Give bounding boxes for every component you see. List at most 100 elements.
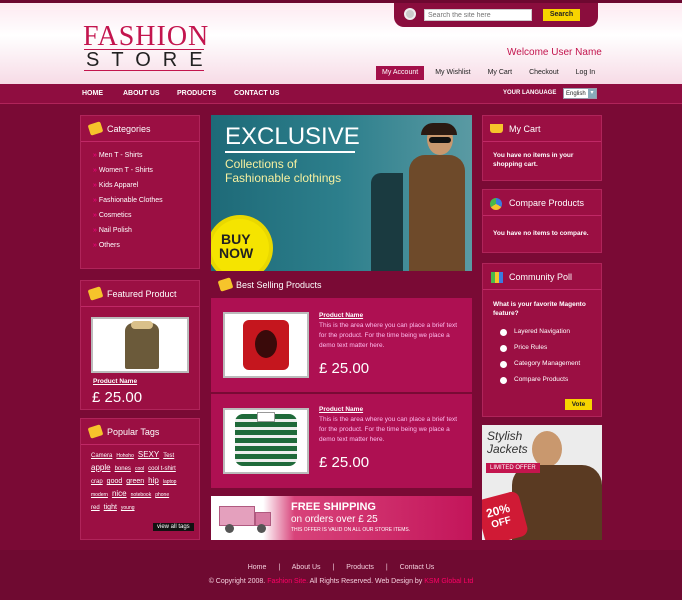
- tag-cloud: Camera Hohoho SEXY Test apple bones cool cool …: [81, 445, 199, 514]
- my-account-link[interactable]: My Account: [376, 66, 425, 80]
- product-price: £ 25.00: [319, 360, 370, 377]
- tag-link[interactable]: cool: [135, 466, 144, 472]
- shirt-collar-shape: [257, 412, 275, 422]
- featured-product-name[interactable]: Product Name: [93, 378, 137, 385]
- tag-link[interactable]: SEXY: [138, 450, 159, 459]
- product-name-link[interactable]: Product Name: [319, 406, 363, 413]
- search-button[interactable]: Search: [543, 9, 580, 21]
- tag-link[interactable]: hip: [148, 476, 159, 485]
- tag-link[interactable]: Test: [163, 453, 174, 459]
- tag-link[interactable]: crap: [91, 479, 103, 485]
- footer-contact-link[interactable]: Contact Us: [400, 564, 435, 571]
- banner-subtitle-2: Fashionable clothings: [225, 171, 342, 185]
- tag-link[interactable]: tight: [104, 504, 117, 511]
- category-item[interactable]: Cosmetics: [93, 208, 199, 223]
- product-description: This is the area where you can place a b…: [319, 416, 458, 443]
- product-card: Product Name This is the area where you …: [211, 394, 472, 488]
- poll-radio[interactable]: [500, 361, 507, 368]
- nav-contact-us[interactable]: CONTACT US: [234, 90, 279, 97]
- vote-button[interactable]: Vote: [565, 399, 592, 410]
- categories-title: Categories: [107, 124, 151, 134]
- tag-link[interactable]: Hohoho: [116, 453, 134, 459]
- best-selling-title: Best Selling Products: [236, 280, 322, 290]
- language-value: English: [566, 91, 586, 97]
- footer-about-link[interactable]: About Us: [292, 564, 321, 571]
- tag-link[interactable]: phone: [155, 492, 169, 498]
- site-link[interactable]: Fashion Site.: [267, 578, 308, 585]
- tag-icon: [87, 121, 104, 136]
- poll-option-label: Layered Navigation: [514, 328, 571, 335]
- truck-wheel: [257, 524, 266, 533]
- view-all-tags-button[interactable]: view all tags: [153, 523, 194, 531]
- poll-radio[interactable]: [500, 329, 507, 336]
- tag-link[interactable]: green: [126, 478, 144, 485]
- tag-link[interactable]: young: [121, 505, 135, 511]
- product-price: £ 25.00: [319, 454, 370, 471]
- featured-product-price: £ 25.00: [92, 389, 143, 406]
- company-link[interactable]: KSM Global Ltd: [424, 578, 473, 585]
- language-select[interactable]: English ▾: [563, 88, 597, 99]
- category-item[interactable]: Women T - Shirts: [93, 163, 199, 178]
- tag-icon: [87, 286, 104, 301]
- tag-link[interactable]: cool t-shirt: [148, 466, 176, 472]
- poll-radio[interactable]: [500, 377, 507, 384]
- featured-product-image[interactable]: [91, 317, 189, 373]
- tag-icon: [87, 424, 104, 439]
- my-cart-link[interactable]: My Cart: [482, 66, 519, 80]
- truck-cargo: [219, 506, 255, 526]
- checkout-link[interactable]: Checkout: [523, 66, 565, 80]
- category-item[interactable]: Men T - Shirts: [93, 148, 199, 163]
- free-shipping-banner[interactable]: FREE SHIPPING on orders over £ 25 THIS O…: [211, 496, 472, 540]
- poll-radio[interactable]: [500, 345, 507, 352]
- tag-link[interactable]: apple: [91, 463, 111, 472]
- category-item[interactable]: Nail Polish: [93, 223, 199, 238]
- logo-fashion[interactable]: FASHION: [83, 23, 209, 51]
- community-poll-header: Community Poll: [483, 264, 601, 290]
- category-list: Men T - Shirts Women T - Shirts Kids App…: [81, 142, 199, 253]
- tag-link[interactable]: good: [107, 478, 123, 485]
- my-wishlist-link[interactable]: My Wishlist: [429, 66, 476, 80]
- tag-link[interactable]: red: [91, 505, 100, 511]
- my-cart-title: My Cart: [509, 124, 541, 134]
- buy-now-burst[interactable]: BUY NOW: [211, 219, 269, 271]
- poll-option-label: Price Rules: [514, 344, 548, 351]
- truck-icon: [219, 504, 275, 534]
- product-name-link[interactable]: Product Name: [319, 312, 363, 319]
- copyright: © Copyright 2008. Fashion Site. All Righ…: [0, 578, 682, 585]
- product-card: Product Name This is the area where you …: [211, 298, 472, 392]
- footer-home-link[interactable]: Home: [248, 564, 267, 571]
- nav-products[interactable]: PRODUCTS: [177, 90, 216, 97]
- category-item[interactable]: Others: [93, 238, 199, 253]
- compare-box: Compare Products You have no items to co…: [482, 189, 602, 253]
- tag-link[interactable]: nice: [112, 489, 127, 498]
- nav-about-us[interactable]: ABOUT US: [123, 90, 160, 97]
- footer: Home | About Us | Products | Contact Us …: [0, 550, 682, 600]
- model-arm-shape: [371, 173, 403, 271]
- stylish-jackets-promo[interactable]: Stylish Jackets LIMITED OFFER 20% OFF: [482, 425, 602, 540]
- product-image[interactable]: [223, 408, 309, 474]
- model-hair: [421, 123, 457, 135]
- tag-link[interactable]: laptop: [163, 479, 177, 485]
- popular-tags-title: Popular Tags: [107, 427, 160, 437]
- tag-link[interactable]: bones: [115, 466, 131, 472]
- burst-now: NOW: [219, 245, 254, 261]
- nav-home[interactable]: HOME: [82, 90, 103, 97]
- logo-store[interactable]: STORE: [84, 49, 204, 71]
- shipping-line-1: FREE SHIPPING: [291, 501, 376, 513]
- categories-header: Categories: [81, 116, 199, 142]
- product-image[interactable]: [223, 312, 309, 378]
- featured-box: Featured Product Product Name £ 25.00: [80, 280, 200, 410]
- categories-box: Categories Men T - Shirts Women T - Shir…: [80, 115, 200, 269]
- search-input[interactable]: [424, 9, 532, 21]
- category-item[interactable]: Kids Apparel: [93, 178, 199, 193]
- exclusive-banner[interactable]: EXCLUSIVE Collections of Fashionable clo…: [211, 115, 472, 271]
- tag-link[interactable]: modern: [91, 492, 108, 498]
- login-link[interactable]: Log In: [570, 66, 601, 80]
- header: FASHION STORE Search Welcome User Name M…: [0, 0, 682, 84]
- truck-wheel: [225, 524, 234, 533]
- footer-products-link[interactable]: Products: [346, 564, 374, 571]
- category-item[interactable]: Fashionable Clothes: [93, 193, 199, 208]
- tag-link[interactable]: notebook: [131, 492, 152, 498]
- tag-link[interactable]: Camera: [91, 453, 112, 459]
- account-links: My Account My Wishlist My Cart Checkout …: [376, 66, 601, 80]
